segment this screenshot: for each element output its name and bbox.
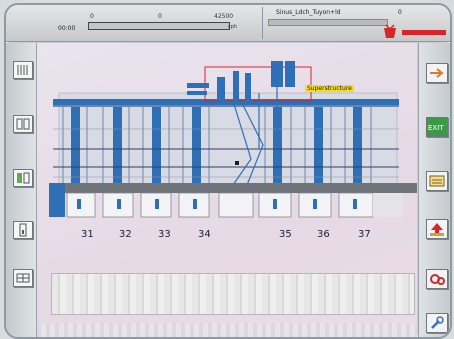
right-toolbar: EXIT <box>418 43 450 337</box>
columns-icon <box>16 118 30 130</box>
message-panel <box>51 273 415 315</box>
signal-bar <box>268 19 388 26</box>
speed-unit-label: cph <box>228 24 238 30</box>
alarm-bucket-icon[interactable] <box>382 22 448 40</box>
stripes-icon <box>17 65 28 75</box>
hmi-frame: 0 0 42500 00:00 cph Sinus_Ldch_Tuyon+ld … <box>4 3 452 339</box>
view-single-button[interactable] <box>13 221 33 239</box>
settings-button[interactable] <box>426 269 448 289</box>
scale-max-label: 42500 <box>214 13 234 20</box>
machine-overview: Superstructure 31 32 33 34 35 36 37 <box>37 43 417 337</box>
press-diagram <box>49 61 417 218</box>
arrow-right-icon <box>430 68 444 78</box>
speed-progress-bar <box>88 22 230 30</box>
split-icon <box>17 172 30 184</box>
view-split-button[interactable] <box>13 169 33 187</box>
signal-label: Sinus_Ldch_Tuyon+ld <box>276 9 341 16</box>
upload-button[interactable] <box>426 219 448 239</box>
unit-label: 36 <box>317 229 330 240</box>
superstructure-callout: Superstructure <box>305 85 354 92</box>
grid-icon <box>16 273 30 283</box>
top-beam <box>53 99 399 105</box>
up-arrow-icon <box>430 223 444 236</box>
exit-button[interactable]: EXIT <box>426 117 448 137</box>
left-toolbar <box>6 43 37 337</box>
unit-label: 37 <box>358 229 371 240</box>
single-panel-icon <box>19 223 27 237</box>
wrench-icon <box>431 316 444 329</box>
unit-label: 34 <box>198 229 211 240</box>
gears-icon <box>430 274 445 285</box>
topbar-divider <box>262 7 263 39</box>
scale-mid-label: 0 <box>158 13 162 20</box>
list-icon <box>429 175 445 187</box>
next-button[interactable] <box>426 63 448 83</box>
unit-label: 31 <box>81 229 94 240</box>
view-columns-button[interactable] <box>13 115 33 133</box>
tools-button[interactable] <box>426 313 448 333</box>
unit-label: 33 <box>158 229 171 240</box>
svg-text:EXIT: EXIT <box>428 124 444 132</box>
status-bar: 0 0 42500 00:00 cph Sinus_Ldch_Tuyon+ld … <box>6 5 450 42</box>
bottom-strip <box>37 323 417 337</box>
base-beam <box>49 183 417 193</box>
signal-value: 0 <box>398 9 402 16</box>
scale-min-label: 0 <box>90 13 94 20</box>
exit-icon: EXIT <box>428 124 444 132</box>
time-readout: 00:00 <box>58 25 76 32</box>
unit-label: 35 <box>279 229 292 240</box>
view-stripes-button[interactable] <box>13 61 33 79</box>
unit-label: 32 <box>119 229 132 240</box>
list-button[interactable] <box>426 171 448 191</box>
view-grid-button[interactable] <box>13 269 33 287</box>
